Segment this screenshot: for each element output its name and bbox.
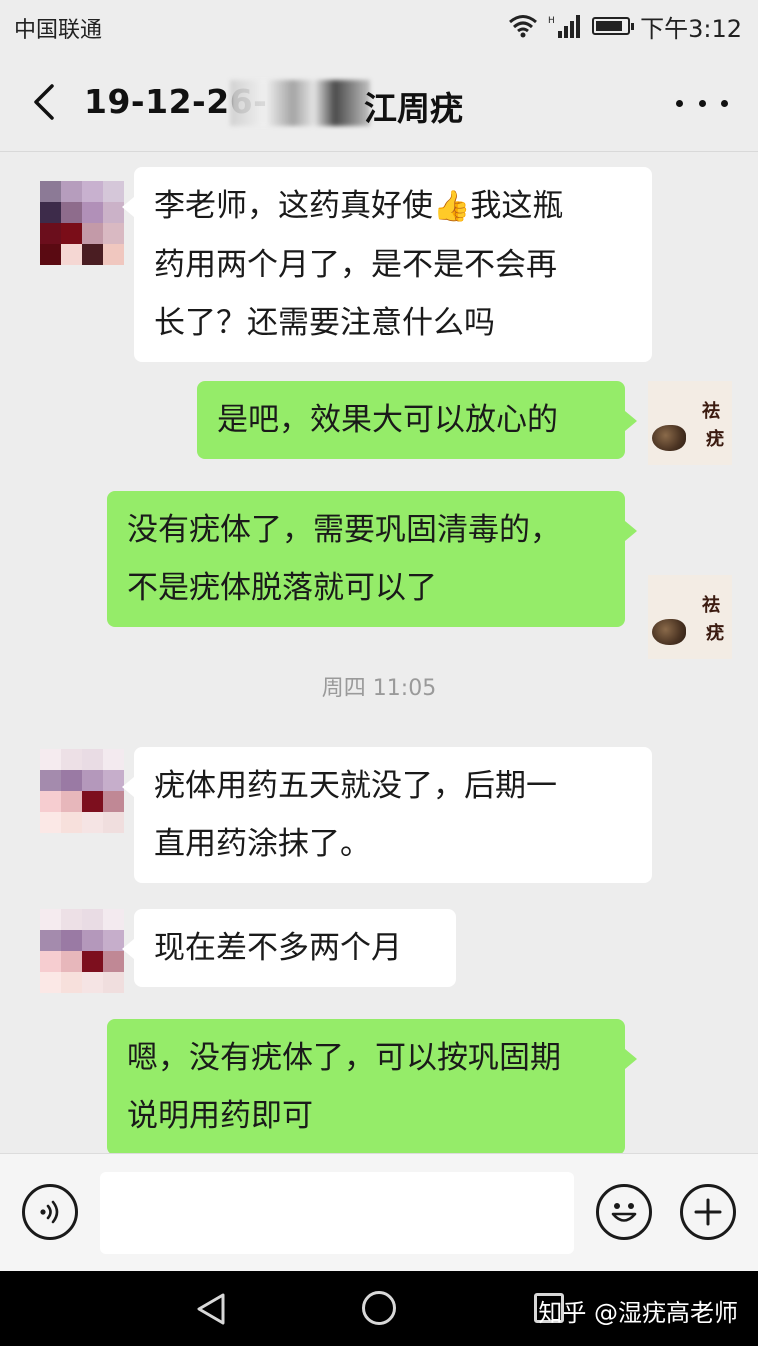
message-timestamp: 周四 11:05 xyxy=(321,676,437,701)
message-bubble[interactable]: 疣体用药五天就没了，后期一 直用药涂抹了。 xyxy=(122,747,652,883)
contact-avatar[interactable] xyxy=(40,749,124,833)
chat-title-suffix: 江周疣 xyxy=(364,89,463,128)
message-line: 是吧，效果大可以放心的 xyxy=(217,402,558,438)
more-dots-icon xyxy=(676,99,683,107)
herb-image xyxy=(652,425,686,451)
chevron-left-icon xyxy=(34,84,54,120)
carrier-label: 中国联通 xyxy=(14,18,103,43)
message-line: 不是疣体脱落就可以了 xyxy=(127,570,437,606)
voice-icon xyxy=(40,1200,59,1224)
message-bubble[interactable]: 现在差不多两个月 xyxy=(122,909,456,987)
message-input[interactable] xyxy=(100,1172,574,1254)
battery-icon xyxy=(592,17,635,35)
avatar-glyph: 祛 xyxy=(702,401,720,422)
message-line: 长了？还需要注意什么吗 xyxy=(154,305,495,341)
voice-button[interactable] xyxy=(22,1184,78,1240)
status-time: 下午3:12 xyxy=(640,14,742,43)
contact-avatar[interactable] xyxy=(40,909,124,993)
message-line: 直用药涂抹了。 xyxy=(154,826,371,862)
wifi-icon xyxy=(509,15,538,38)
self-avatar[interactable]: 祛 疣 xyxy=(648,575,732,659)
plus-button[interactable] xyxy=(680,1184,736,1240)
self-avatar[interactable]: 祛 疣 xyxy=(648,381,732,465)
message-line: 现在差不多两个月 xyxy=(154,930,402,966)
nav-back-icon[interactable] xyxy=(193,1291,229,1327)
name-mosaic xyxy=(230,80,370,126)
back-button[interactable] xyxy=(22,80,66,124)
message-line: 说明用药即可 xyxy=(127,1098,313,1134)
more-dot xyxy=(721,99,728,107)
system-nav-bar: 知乎 @湿疣高老师 xyxy=(0,1271,758,1346)
message-text: 李老师，这药真好使 xyxy=(154,188,433,224)
emoji-button[interactable] xyxy=(596,1184,652,1240)
plus-icon xyxy=(694,1198,722,1226)
message-line: 疣体用药五天就没了，后期一 xyxy=(154,768,557,804)
message-line: 药用两个月了，是不是不会再 xyxy=(154,247,557,283)
more-dot xyxy=(698,99,706,107)
avatar-glyph: 祛 xyxy=(702,595,720,616)
watermark: 知乎 @湿疣高老师 xyxy=(538,1299,738,1327)
herb-image xyxy=(652,619,686,645)
svg-text:H: H xyxy=(548,16,555,26)
more-button[interactable] xyxy=(676,88,728,118)
message-line: 李老师，这药真好使👍我这瓶 xyxy=(154,177,632,236)
signal-icon: H xyxy=(548,15,581,38)
smiley-icon xyxy=(611,1203,637,1222)
message-bubble[interactable]: 李老师，这药真好使👍我这瓶 药用两个月了，是不是不会再 长了？还需要注意什么吗 xyxy=(122,167,652,362)
message-line: 没有疣体了，需要巩固清毒的， xyxy=(127,512,561,548)
status-bar: 中国联通 H 下午3:12 xyxy=(0,0,758,52)
message-bubble[interactable]: 嗯，没有疣体了，可以按巩固期 说明用药即可 xyxy=(107,1019,637,1155)
message-bubble[interactable]: 没有疣体了，需要巩固清毒的， 不是疣体脱落就可以了 xyxy=(107,491,637,627)
status-icons: H 下午3:12 xyxy=(508,10,742,43)
avatar-glyph: 疣 xyxy=(706,623,724,644)
avatar-glyph: 疣 xyxy=(706,429,724,450)
message-text: 我这瓶 xyxy=(470,188,564,224)
chat-header: 19-12-26- 江周疣 xyxy=(0,52,758,152)
contact-avatar[interactable] xyxy=(40,181,124,265)
thumbs-up-icon: 👍 xyxy=(433,189,471,224)
input-bar xyxy=(0,1153,758,1271)
message-bubble[interactable]: 是吧，效果大可以放心的 xyxy=(197,381,637,459)
message-line: 嗯，没有疣体了，可以按巩固期 xyxy=(127,1040,561,1076)
nav-home-icon[interactable] xyxy=(362,1291,396,1325)
message-list[interactable]: 李老师，这药真好使👍我这瓶 药用两个月了，是不是不会再 长了？还需要注意什么吗 … xyxy=(0,153,758,1271)
